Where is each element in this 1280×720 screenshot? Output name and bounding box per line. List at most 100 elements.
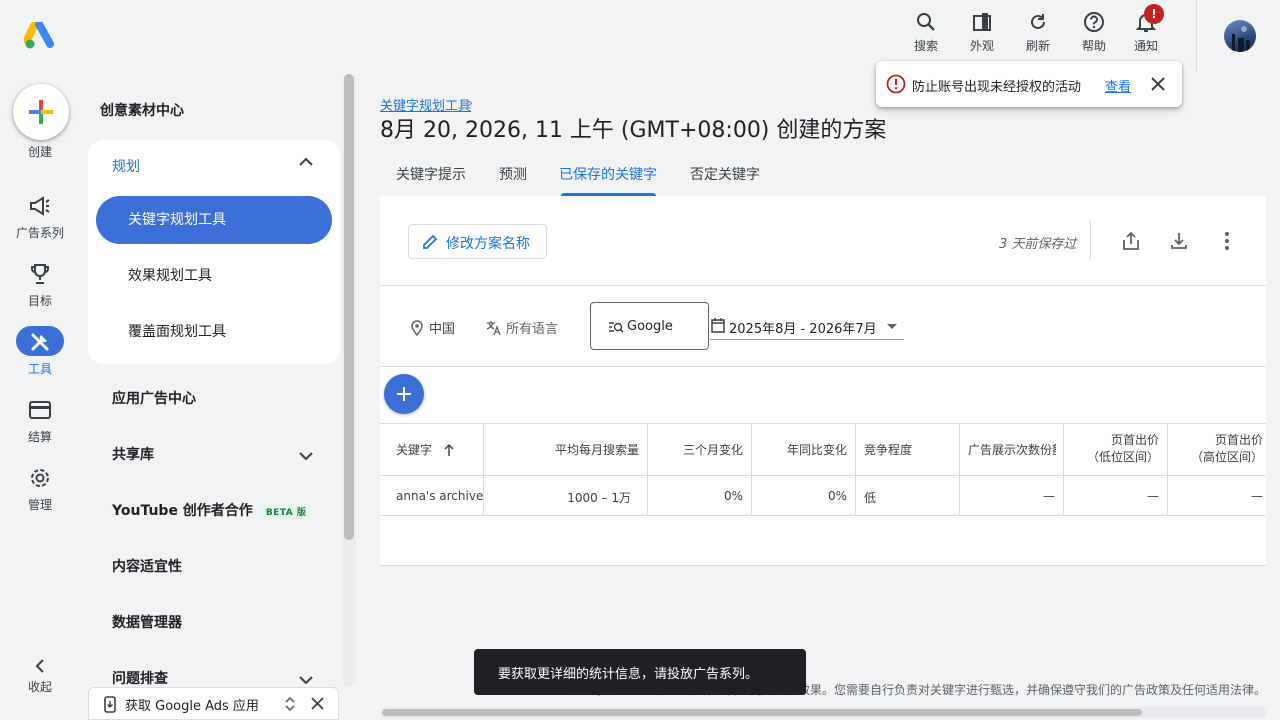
tab-keyword-ideas[interactable]: 关键字提示 — [396, 164, 466, 184]
rail-item-label: 工具 — [27, 362, 52, 376]
breadcrumb-chevron-icon: › — [468, 96, 473, 110]
cell-keyword: anna's archive — [396, 489, 484, 503]
beta-badge: BETA 版 — [260, 503, 312, 519]
cell-yoy: 0% — [827, 489, 847, 503]
tab-saved-keywords[interactable]: 已保存的关键字 — [559, 164, 657, 184]
rail-item-goals[interactable]: 目标 — [0, 262, 80, 322]
nav-item-shared-library[interactable]: 共享库 — [112, 444, 340, 468]
sidenav-scrollbar[interactable] — [344, 74, 354, 540]
nav-label: 共享库 — [112, 447, 154, 463]
cell-impr-share: — — [1043, 489, 1055, 503]
rail-item-campaigns[interactable]: 广告系列 — [0, 194, 80, 254]
side-nav: 创意素材中心 规划 关键字规划工具 效果规划工具 覆盖面规划工具 应用广告中心 … — [88, 72, 340, 720]
snackbar-message: 要获取更详细的统计信息，请投放广告系列。 — [498, 667, 759, 682]
search-network-icon — [609, 322, 624, 333]
get-app-banner[interactable]: 获取 Google Ads 应用 — [88, 687, 339, 720]
column-header-three-month[interactable]: 三个月变化 — [648, 441, 743, 493]
table-row-border — [380, 515, 1266, 516]
google-ads-logo[interactable] — [24, 22, 56, 50]
tab-bar: 关键字提示 预测 已保存的关键字 否定关键字 — [380, 150, 1266, 196]
toolbar-divider — [1090, 220, 1091, 260]
date-range-select[interactable]: 2025年8月 - 2026年7月 — [710, 312, 904, 340]
cell-bid-high: — — [1251, 489, 1263, 503]
nav-item-data-manager[interactable]: 数据管理器 — [112, 612, 340, 636]
page-title: 8月 20, 2026, 11 上午 (GMT+08:00) 创建的方案 — [380, 118, 887, 143]
calendar-icon — [711, 318, 725, 333]
refresh-button[interactable]: 刷新 — [1014, 10, 1062, 56]
expand-icon[interactable] — [283, 696, 297, 712]
rail-item-label: 管理 — [27, 498, 52, 512]
help-button[interactable]: 帮助 — [1070, 10, 1118, 56]
plus-icon — [397, 387, 411, 401]
divider — [380, 285, 1266, 286]
collapse-button[interactable]: 收起 — [16, 656, 64, 696]
location-filter[interactable]: 中国 — [409, 318, 455, 337]
close-icon[interactable] — [311, 697, 324, 710]
plus-icon — [29, 100, 53, 124]
cell-three-month: 0% — [723, 489, 743, 503]
column-header-bid-high[interactable]: 页首出价 （高位区间） — [1172, 432, 1263, 484]
create-button[interactable] — [13, 84, 69, 140]
download-button[interactable] — [1167, 229, 1191, 253]
share-button[interactable] — [1119, 229, 1143, 253]
appearance-icon — [973, 13, 991, 31]
add-keyword-button[interactable] — [384, 374, 424, 414]
search-icon — [917, 13, 935, 31]
header-label: 关键字 — [396, 443, 433, 457]
location-label: 中国 — [429, 322, 456, 337]
phone-icon — [104, 696, 116, 713]
avatar[interactable] — [1224, 20, 1256, 52]
notifications-button[interactable]: ! 通知 — [1122, 4, 1170, 56]
translate-icon — [486, 321, 501, 336]
tab-forecast[interactable]: 预测 — [499, 164, 527, 184]
nav-item-creative-center[interactable]: 创意素材中心 — [100, 100, 184, 120]
search-button[interactable]: 搜索 — [902, 10, 950, 56]
horizontal-scroll-thumb[interactable] — [382, 709, 1142, 716]
nav-item-reach-planner[interactable]: 覆盖面规划工具 — [96, 308, 332, 356]
column-header-keyword[interactable]: 关键字 — [396, 441, 454, 493]
nav-item-performance-planner[interactable]: 效果规划工具 — [96, 252, 332, 300]
planning-group: 规划 关键字规划工具 效果规划工具 覆盖面规划工具 — [88, 140, 340, 364]
divider — [380, 366, 1266, 367]
planning-header[interactable]: 规划 — [112, 156, 140, 176]
saved-timestamp: 3 天前保存过 — [999, 237, 1077, 252]
megaphone-icon — [30, 196, 50, 216]
nav-item-youtube-collab[interactable]: YouTube 创作者合作 BETA 版 — [112, 500, 340, 524]
language-filter[interactable]: 所有语言 — [486, 318, 558, 337]
column-header-avg-searches[interactable]: 平均每月搜索量 — [484, 441, 639, 493]
cell-competition: 低 — [864, 491, 877, 505]
rail-item-billing[interactable]: 结算 — [0, 398, 80, 458]
rail-item-tools[interactable]: 工具 — [0, 326, 80, 390]
column-header-impr-share[interactable]: 广告展示次数份额 — [968, 441, 1056, 457]
chevron-up-icon[interactable] — [296, 152, 316, 172]
header-sublabel: （高位区间） — [1190, 450, 1263, 464]
pencil-icon — [423, 234, 438, 249]
more-options-button[interactable] — [1215, 229, 1239, 253]
refresh-label: 刷新 — [1025, 39, 1050, 53]
notifications-label: 通知 — [1133, 39, 1158, 53]
tab-negative-keywords[interactable]: 否定关键字 — [690, 164, 760, 184]
rail-item-label: 结算 — [27, 430, 52, 444]
dropdown-arrow-icon — [887, 324, 897, 329]
network-filter[interactable]: Google — [590, 302, 709, 350]
column-header-yoy[interactable]: 年同比变化 — [752, 441, 847, 493]
appearance-button[interactable]: 外观 — [958, 10, 1006, 56]
nav-label: YouTube 创作者合作 — [112, 503, 253, 519]
rail-item-admin[interactable]: 管理 — [0, 466, 80, 526]
header-sublabel: （低位区间） — [1086, 450, 1159, 464]
more-vert-icon — [1225, 232, 1229, 250]
column-header-bid-low[interactable]: 页首出价 （低位区间） — [1068, 432, 1159, 484]
nav-item-keyword-planner[interactable]: 关键字规划工具 — [96, 196, 332, 244]
nav-label: 数据管理器 — [112, 615, 182, 631]
column-header-competition[interactable]: 竞争程度 — [864, 441, 912, 493]
share-icon — [1123, 231, 1139, 250]
close-icon[interactable] — [1148, 74, 1168, 94]
rail-item-label: 目标 — [27, 294, 52, 308]
notification-badge: ! — [1144, 4, 1164, 24]
nav-item-content-suitability[interactable]: 内容适宜性 — [112, 556, 340, 580]
nav-item-app-ads-center[interactable]: 应用广告中心 — [112, 388, 340, 412]
toast-view-link[interactable]: 查看 — [1105, 76, 1131, 95]
get-app-label: 获取 Google Ads 应用 — [125, 699, 259, 714]
horizontal-scrollbar[interactable] — [380, 707, 1266, 718]
rename-plan-button[interactable]: 修改方案名称 — [408, 224, 547, 259]
